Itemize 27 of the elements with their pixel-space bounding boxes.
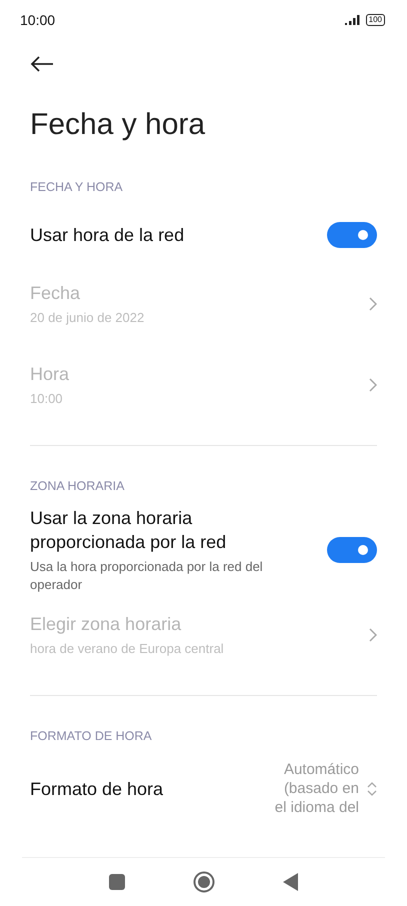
home-icon[interactable]	[192, 871, 214, 893]
setting-description: hora de verano de Europa central	[30, 640, 224, 658]
setting-label: Elegir zona horaria	[30, 612, 182, 636]
chevron-right-icon	[369, 378, 377, 392]
setting-description: Usa la hora proporcionada por la red del operador	[30, 558, 264, 594]
signal-icon	[344, 15, 362, 25]
chevron-right-icon	[369, 296, 377, 310]
section-header: ZONA HORARIA	[30, 478, 126, 495]
toggle-switch[interactable]	[327, 222, 377, 248]
section-header: FECHA Y HORA	[30, 179, 124, 196]
page-title: Fecha y hora	[30, 107, 206, 143]
chevron-right-icon	[369, 628, 377, 642]
section-header: FORMATO DE HORA	[30, 728, 153, 745]
setting-description: 20 de junio de 2022	[30, 308, 144, 326]
battery-indicator: 100	[366, 14, 385, 26]
back-arrow-icon[interactable]	[30, 55, 54, 73]
status-time: 10:00	[20, 10, 56, 30]
dropdown-value: Automático (basado en el idioma del	[274, 760, 359, 817]
setting-label: Usar hora de la red	[30, 224, 184, 247]
setting-label: Fecha	[30, 282, 82, 304]
setting-description: 10:00	[30, 390, 64, 408]
setting-label: Formato de hora	[30, 778, 164, 800]
setting-label: Hora	[30, 362, 70, 386]
setting-label: Usar la zona horaria proporcionada por la red	[30, 507, 228, 554]
toggle-switch[interactable]	[327, 537, 377, 563]
back-icon[interactable]	[282, 873, 298, 891]
square-icon[interactable]	[108, 874, 124, 890]
